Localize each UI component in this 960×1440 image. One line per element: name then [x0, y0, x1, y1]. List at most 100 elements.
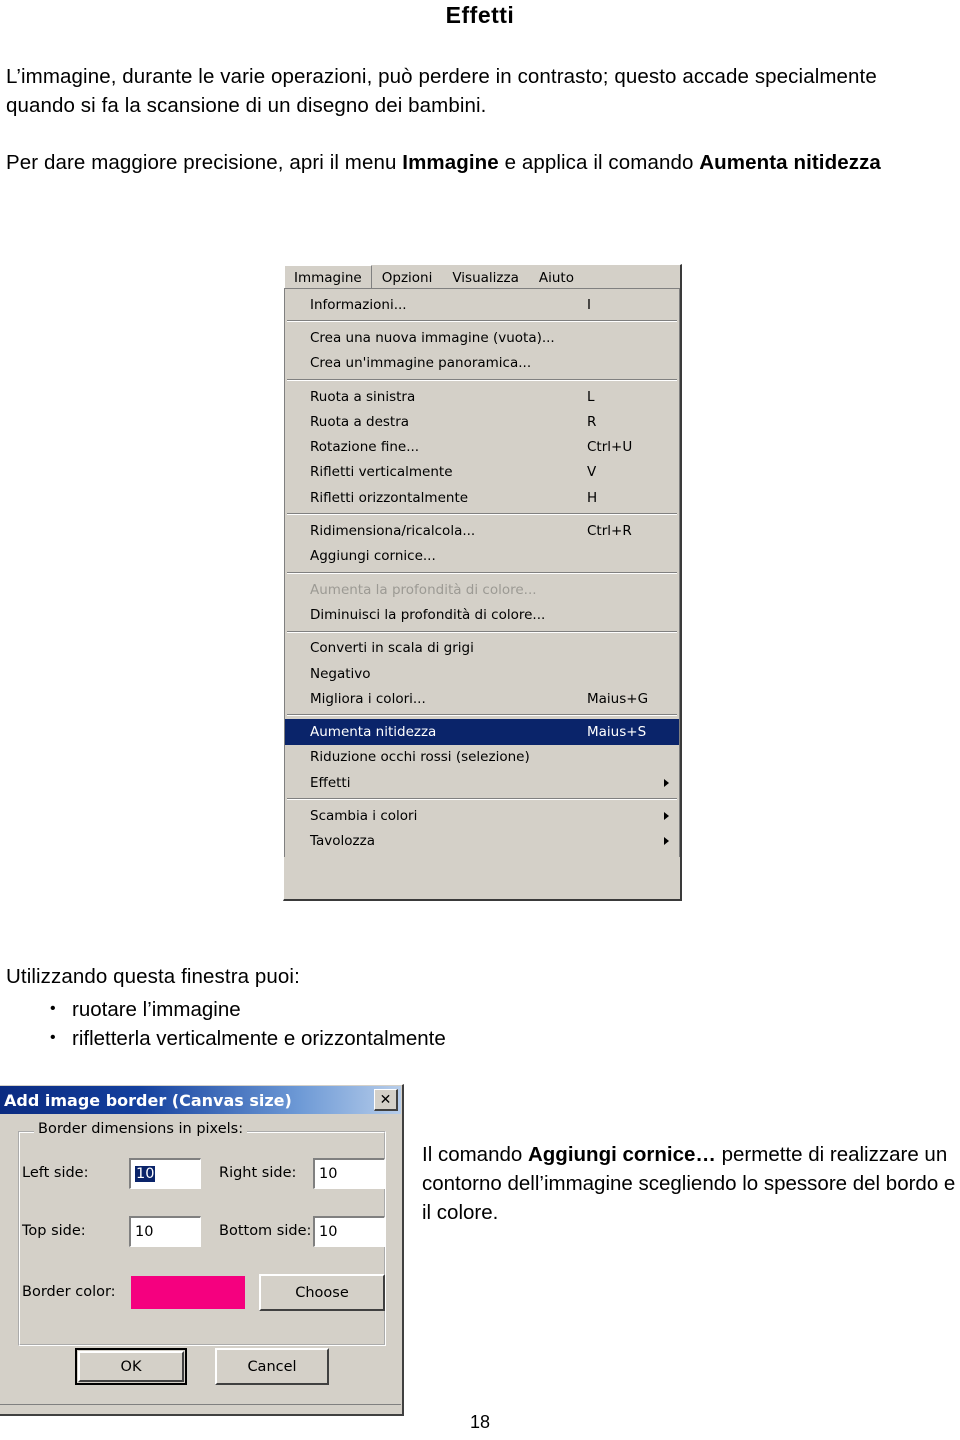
close-icon[interactable]: ✕ — [374, 1089, 398, 1111]
menu-item-converti-scala-grigi[interactable]: Converti in scala di grigi — [285, 636, 679, 661]
menu-item-accelerator: L — [587, 388, 595, 405]
menu-item-accelerator: I — [587, 296, 591, 313]
left-side-value: 10 — [135, 1166, 156, 1182]
ok-button[interactable]: OK — [75, 1348, 187, 1385]
menu-item-label: Ridimensiona/ricalcola... — [310, 523, 476, 540]
menu-item-ruota-a-destra[interactable]: Ruota a destra R — [285, 409, 679, 434]
menubar-item-visualizza[interactable]: Visualizza — [442, 265, 529, 288]
submenu-arrow-icon — [664, 778, 669, 787]
bottom-side-label: Bottom side: — [219, 1223, 312, 1239]
top-side-input[interactable]: 10 — [129, 1216, 201, 1247]
dialog-titlebar[interactable]: Add image border (Canvas size) ✕ — [0, 1086, 401, 1114]
menubar: Immagine Opzioni Visualizza Aiuto — [284, 265, 680, 289]
right-side-input[interactable]: 10 — [313, 1158, 385, 1189]
bottom-side-input[interactable]: 10 — [313, 1216, 385, 1247]
menu-item-diminuisci-profondita-colore[interactable]: Diminuisci la profondità di colore... — [285, 602, 679, 627]
menu-item-accelerator: V — [587, 464, 597, 481]
menu-item-aumenta-profondita-colore: Aumenta la profondità di colore... — [285, 577, 679, 602]
menu-item-riduzione-occhi-rossi[interactable]: Riduzione occhi rossi (selezione) — [285, 745, 679, 770]
aggiungi-cornice-emphasis: Aggiungi cornice… — [527, 1143, 716, 1166]
instruction-text-pre: Per dare maggiore precisione, apri il me… — [6, 151, 403, 174]
menu-item-accelerator: Ctrl+R — [587, 523, 632, 540]
menu-item-accelerator: Maius+G — [587, 690, 649, 707]
menu-item-aumenta-nitidezza[interactable]: Aumenta nitidezza Maius+S — [285, 719, 679, 745]
menu-item-label: Ruota a destra — [310, 413, 410, 430]
top-side-value: 10 — [135, 1224, 154, 1240]
menu-item-scambia-i-colori[interactable]: Scambia i colori — [285, 803, 679, 828]
menubar-item-immagine[interactable]: Immagine — [284, 265, 372, 288]
menubar-item-opzioni[interactable]: Opzioni — [372, 265, 443, 288]
aggiungi-cornice-description: Il comando Aggiungi cornice… permette di… — [422, 1140, 960, 1227]
menu-item-label: Migliora i colori... — [310, 690, 426, 707]
intro-paragraph: L’immagine, durante le varie operazioni,… — [6, 65, 877, 117]
menu-item-label: Effetti — [310, 774, 351, 791]
menu-item-informazioni[interactable]: Informazioni... I — [285, 292, 679, 317]
menu-item-tavolozza[interactable]: Tavolozza — [285, 829, 679, 854]
side-text-pre: Il comando — [422, 1143, 528, 1166]
top-side-label: Top side: — [22, 1223, 86, 1239]
menu-item-label: Tavolozza — [310, 833, 375, 850]
menu-item-accelerator: Maius+S — [587, 724, 647, 741]
menu-item-crea-immagine-panoramica[interactable]: Crea un'immagine panoramica... — [285, 351, 679, 376]
menu-name-emphasis: Immagine — [402, 151, 499, 174]
menu-separator — [287, 798, 677, 801]
menu-item-rifletti-verticalmente[interactable]: Rifletti verticalmente V — [285, 460, 679, 485]
border-color-label: Border color: — [22, 1284, 116, 1300]
menu-separator — [287, 378, 677, 381]
menu-item-label: Aumenta la profondità di colore... — [310, 581, 537, 598]
left-side-input[interactable]: 10 — [129, 1158, 201, 1189]
menu-item-label: Negativo — [310, 665, 371, 682]
menu-item-label: Aumenta nitidezza — [310, 724, 437, 741]
cancel-button[interactable]: Cancel — [215, 1348, 329, 1385]
submenu-arrow-icon — [664, 837, 669, 846]
menu-item-label: Rotazione fine... — [310, 439, 420, 456]
menu-separator — [287, 714, 677, 717]
page-number: 18 — [469, 1412, 491, 1432]
menu-item-label: Scambia i colori — [310, 807, 418, 824]
menu-item-accelerator: R — [587, 413, 597, 430]
window-usage-paragraph: Utilizzando questa finestra puoi: — [6, 965, 300, 988]
menu-separator — [287, 571, 677, 574]
menu-item-label: Crea una nuova immagine (vuota)... — [310, 329, 555, 346]
image-menu-screenshot: Immagine Opzioni Visualizza Aiuto Inform… — [283, 264, 682, 901]
menu-item-label: Diminuisci la profondità di colore... — [310, 606, 546, 623]
menu-item-effetti[interactable]: Effetti — [285, 770, 679, 795]
right-side-value: 10 — [319, 1166, 338, 1182]
menu-item-label: Crea un'immagine panoramica... — [310, 355, 532, 372]
bottom-side-value: 10 — [319, 1224, 338, 1240]
menu-separator — [287, 320, 677, 323]
menu-item-label: Ruota a sinistra — [310, 388, 416, 405]
cancel-button-label: Cancel — [247, 1358, 297, 1375]
menu-item-aggiungi-cornice[interactable]: Aggiungi cornice... — [285, 544, 679, 569]
instruction-text-mid: e applica il comando — [498, 151, 700, 174]
menu-item-label: Aggiungi cornice... — [310, 548, 436, 565]
menu-item-ruota-a-sinistra[interactable]: Ruota a sinistra L — [285, 384, 679, 409]
instruction-paragraph: Per dare maggiore precisione, apri il me… — [6, 148, 936, 177]
list-item: ruotare l’immagine — [50, 994, 446, 1024]
menu-item-ridimensiona-ricalcola[interactable]: Ridimensiona/ricalcola... Ctrl+R — [285, 518, 679, 543]
menu-item-accelerator: H — [587, 489, 598, 506]
menu-item-crea-nuova-immagine[interactable]: Crea una nuova immagine (vuota)... — [285, 325, 679, 350]
menu-item-migliora-i-colori[interactable]: Migliora i colori... Maius+G — [285, 686, 679, 711]
menu-item-rifletti-orizzontalmente[interactable]: Rifletti orizzontalmente H — [285, 485, 679, 510]
dialog-title: Add image border (Canvas size) — [4, 1090, 292, 1110]
border-color-swatch[interactable] — [131, 1276, 245, 1309]
choose-button[interactable]: Choose — [259, 1274, 385, 1311]
left-side-label: Left side: — [22, 1165, 89, 1181]
menu-item-rotazione-fine[interactable]: Rotazione fine... Ctrl+U — [285, 434, 679, 459]
border-dimensions-group-label: Border dimensions in pixels: — [34, 1121, 248, 1137]
menu-item-label: Rifletti orizzontalmente — [310, 489, 469, 506]
list-item: rifletterla verticalmente e orizzontalme… — [50, 1023, 446, 1053]
page-title: Effetti — [445, 2, 515, 28]
menu-item-label: Informazioni... — [310, 296, 407, 313]
menubar-item-aiuto[interactable]: Aiuto — [529, 265, 584, 288]
menu-item-negativo[interactable]: Negativo — [285, 661, 679, 686]
add-image-border-dialog: Add image border (Canvas size) ✕ Border … — [0, 1084, 404, 1416]
menu-item-accelerator: Ctrl+U — [587, 439, 633, 456]
submenu-arrow-icon — [664, 811, 669, 820]
usage-bullet-list: ruotare l’immagine rifletterla verticalm… — [44, 994, 446, 1053]
command-name-emphasis: Aumenta nitidezza — [699, 151, 881, 174]
menu-separator — [287, 513, 677, 516]
menu-separator — [287, 630, 677, 633]
menu-item-label: Converti in scala di grigi — [310, 640, 474, 657]
